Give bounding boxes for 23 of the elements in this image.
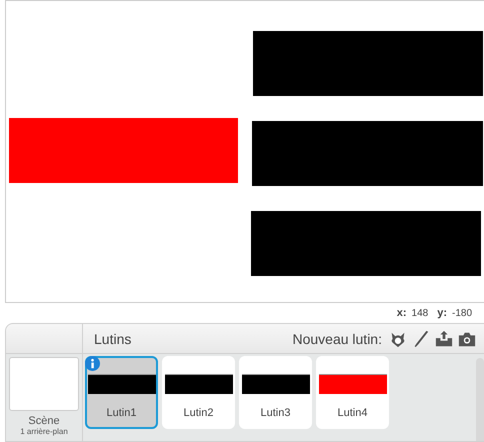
x-label: x: bbox=[396, 306, 407, 321]
brush-icon[interactable] bbox=[412, 330, 430, 348]
y-label: y: bbox=[437, 306, 447, 321]
sprite-name: Lutin1 bbox=[106, 407, 136, 419]
sprite-tile[interactable]: Lutin2 bbox=[162, 356, 235, 429]
y-value: -180 bbox=[452, 307, 472, 321]
panel-title: Lutins bbox=[94, 330, 132, 346]
upload-icon[interactable] bbox=[435, 330, 453, 348]
scene-thumbnail[interactable] bbox=[9, 357, 79, 411]
sprite-tile[interactable]: Lutin4 bbox=[316, 356, 389, 429]
info-icon[interactable] bbox=[85, 356, 100, 371]
sprite-name: Lutin3 bbox=[260, 407, 290, 419]
sprite-tile[interactable]: Lutin1 bbox=[85, 356, 158, 429]
scene-label: Scène bbox=[28, 415, 60, 427]
camera-icon[interactable] bbox=[458, 330, 476, 348]
cat-face-icon[interactable] bbox=[389, 330, 407, 348]
sprite-tile[interactable]: Lutin3 bbox=[239, 356, 312, 429]
new-sprite-label: Nouveau lutin: bbox=[292, 330, 382, 346]
sprite-name: Lutin2 bbox=[184, 407, 214, 419]
x-value: 148 bbox=[412, 307, 428, 321]
backdrop-count: 1 arrière-plan bbox=[20, 427, 68, 436]
sprite-name: Lutin4 bbox=[338, 407, 368, 419]
scrollbar[interactable] bbox=[476, 358, 484, 441]
